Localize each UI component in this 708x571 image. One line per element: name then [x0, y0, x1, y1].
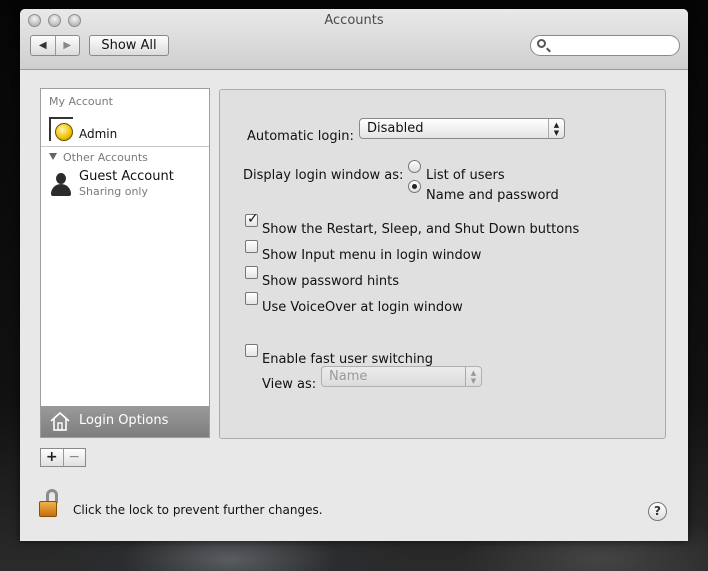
- back-forward-buttons: ◀ ▶: [30, 35, 80, 56]
- house-icon: [50, 411, 70, 431]
- lock-status-text: Click the lock to prevent further change…: [73, 503, 323, 517]
- view-as-popup[interactable]: Name ▲ ▼: [321, 366, 482, 387]
- forward-button[interactable]: ▶: [54, 36, 80, 55]
- admin-account-name[interactable]: Admin: [79, 127, 117, 141]
- window-title: Accounts: [324, 13, 384, 28]
- login-options-label: Login Options: [79, 413, 169, 428]
- checkmark-icon: ✓: [247, 211, 259, 227]
- search-field[interactable]: [530, 35, 680, 56]
- help-button[interactable]: ?: [648, 502, 667, 521]
- guest-user-icon: [50, 173, 72, 197]
- accounts-list: My Account Admin Other Accounts Guest Ac…: [40, 88, 210, 438]
- divider: [41, 146, 209, 147]
- search-input[interactable]: [551, 38, 677, 55]
- automatic-login-label: Automatic login:: [247, 129, 354, 144]
- show-password-hints-label[interactable]: Show password hints: [262, 274, 399, 289]
- show-password-hints-checkbox[interactable]: [245, 266, 258, 279]
- disclosure-triangle-icon[interactable]: [49, 153, 57, 160]
- fast-user-switching-label[interactable]: Enable fast user switching: [262, 352, 433, 367]
- admin-avatar: [49, 117, 73, 141]
- add-account-button[interactable]: +: [41, 449, 63, 466]
- show-all-button[interactable]: Show All: [89, 35, 169, 56]
- show-input-menu-checkbox[interactable]: [245, 240, 258, 253]
- back-button[interactable]: ◀: [31, 36, 55, 55]
- display-login-window-label: Display login window as:: [243, 168, 404, 183]
- view-as-value: Name: [329, 369, 368, 384]
- show-input-menu-label[interactable]: Show Input menu in login window: [262, 248, 481, 263]
- show-restart-label[interactable]: Show the Restart, Sleep, and Shut Down b…: [262, 222, 579, 237]
- login-options-item[interactable]: Login Options: [41, 406, 209, 437]
- accounts-window: Accounts ◀ ▶ Show All My Account Admin O…: [20, 9, 688, 541]
- name-and-password-radio[interactable]: [408, 180, 421, 193]
- guest-account-status: Sharing only: [79, 185, 148, 198]
- search-icon: [537, 39, 546, 48]
- lock-icon[interactable]: [39, 489, 63, 519]
- list-of-users-radio[interactable]: [408, 160, 421, 173]
- show-restart-checkbox[interactable]: ✓: [245, 211, 259, 227]
- my-account-header: My Account: [49, 95, 113, 108]
- title-bar: Accounts ◀ ▶ Show All: [20, 9, 688, 70]
- voiceover-label[interactable]: Use VoiceOver at login window: [262, 300, 463, 315]
- fast-user-switching-checkbox[interactable]: [245, 344, 258, 357]
- remove-account-button[interactable]: −: [62, 449, 86, 466]
- back-arrow-icon: ◀: [38, 40, 47, 51]
- list-of-users-label[interactable]: List of users: [426, 168, 505, 183]
- popup-arrows-icon: ▲ ▼: [465, 367, 481, 386]
- login-options-panel: Automatic login: Disabled ▲ ▼ Display log…: [219, 89, 666, 439]
- voiceover-checkbox[interactable]: [245, 292, 258, 305]
- name-and-password-label[interactable]: Name and password: [426, 188, 559, 203]
- forward-arrow-icon: ▶: [63, 40, 72, 51]
- automatic-login-popup[interactable]: Disabled ▲ ▼: [359, 118, 565, 139]
- guest-account-name[interactable]: Guest Account: [79, 169, 174, 184]
- automatic-login-value: Disabled: [367, 121, 424, 136]
- view-as-label: View as:: [262, 377, 317, 392]
- popup-arrows-icon: ▲ ▼: [548, 119, 564, 138]
- other-accounts-header: Other Accounts: [63, 151, 148, 164]
- add-remove-buttons: + −: [40, 448, 86, 467]
